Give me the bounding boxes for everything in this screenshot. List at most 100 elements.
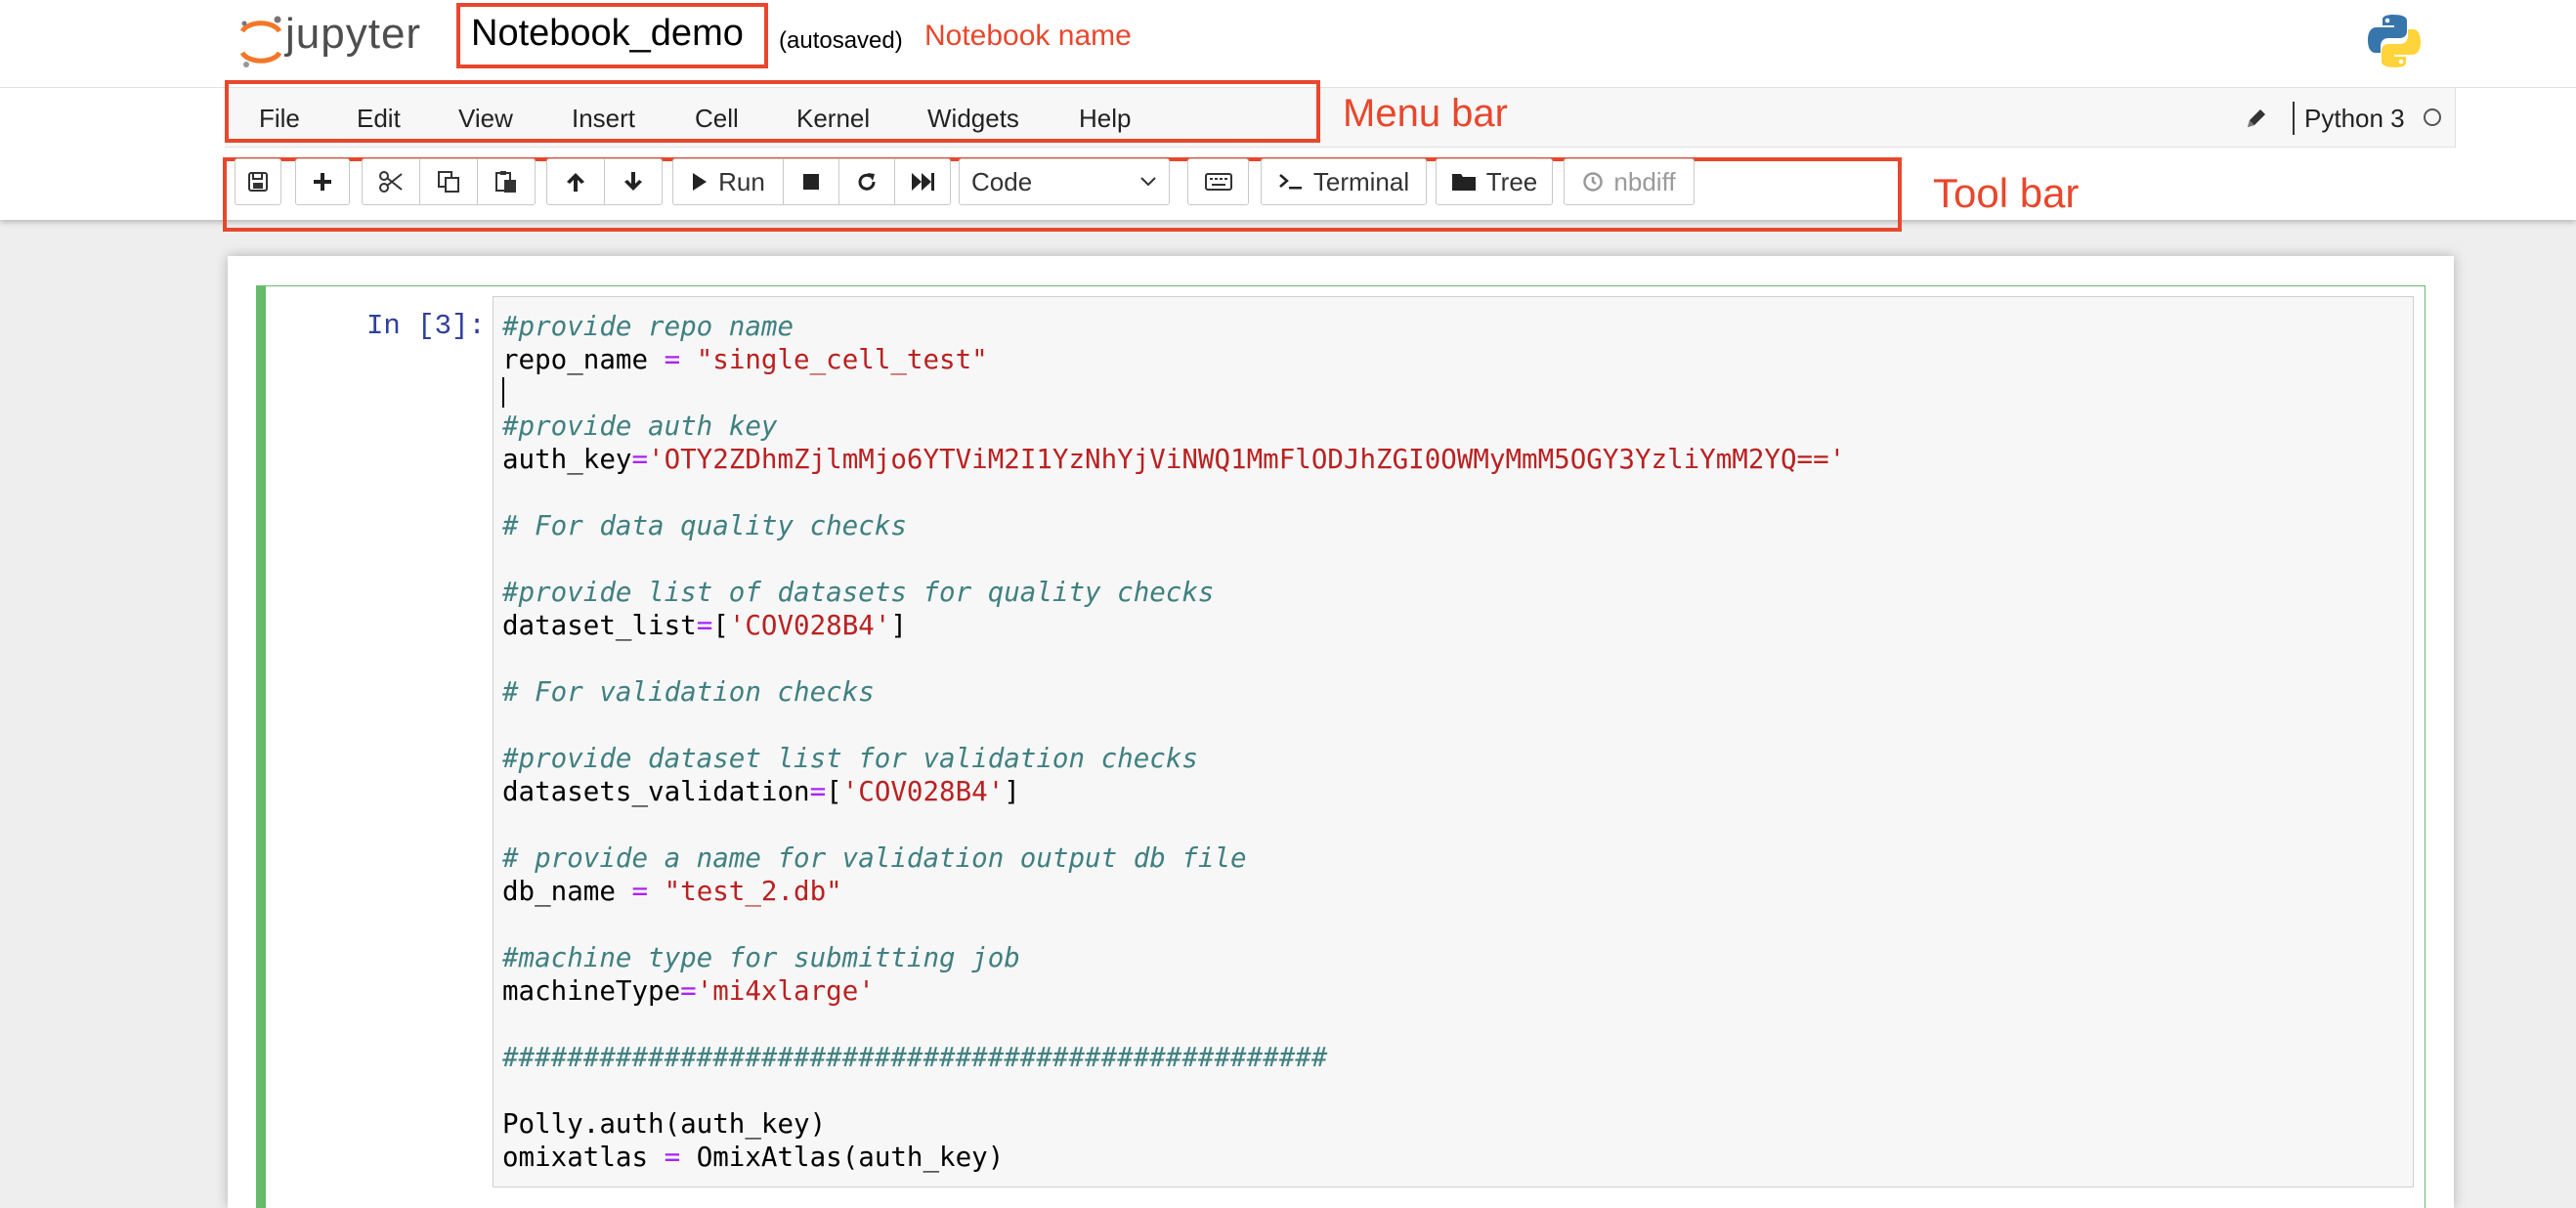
code-line[interactable]: # For validation checks (502, 675, 1845, 709)
code-line[interactable]: machineType='mi4xlarge' (502, 974, 1845, 1008)
copy-icon (438, 171, 459, 193)
save-button[interactable] (235, 158, 281, 205)
code-token-str: 'COV028B4' (841, 776, 1005, 807)
clock-icon (1583, 172, 1604, 192)
menu-file[interactable]: File (259, 104, 300, 134)
code-line[interactable] (502, 808, 1845, 841)
notebook-name-highlight (456, 3, 768, 68)
code-token-comment: #provide dataset list for validation che… (502, 743, 1198, 774)
tree-button[interactable]: Tree (1436, 158, 1553, 205)
menu-kernel[interactable]: Kernel (796, 104, 870, 134)
nbdiff-button[interactable]: nbdiff (1564, 158, 1695, 205)
copy-button[interactable] (419, 158, 478, 205)
kernel-name[interactable]: Python 3 (2304, 104, 2405, 134)
jupyter-logo-text: jupyter (285, 10, 422, 58)
code-line[interactable]: omixatlas = OmixAtlas(auth_key) (502, 1141, 1845, 1174)
code-token-str: "test_2.db" (664, 876, 842, 907)
code-line[interactable] (502, 642, 1845, 675)
code-token-str: 'mi4xlarge' (696, 975, 875, 1007)
chevron-down-icon (1140, 177, 1156, 187)
code-token-op: = (631, 444, 649, 475)
insert-cell-button[interactable] (295, 158, 350, 205)
code-token-op: = (664, 344, 681, 375)
code-line[interactable] (502, 908, 1845, 941)
menu-insert[interactable]: Insert (572, 104, 635, 134)
code-token-plain: dataset_list (502, 610, 697, 641)
menu-cell[interactable]: Cell (695, 104, 739, 134)
code-lines[interactable]: #provide repo name repo_name = "single_ce… (502, 310, 1845, 1174)
code-line[interactable]: #provide dataset list for validation che… (502, 742, 1845, 775)
run-label: Run (718, 166, 765, 196)
code-line[interactable]: repo_name = "single_cell_test" (502, 343, 1845, 376)
arrow-down-icon (624, 172, 642, 191)
code-token-op: = (631, 876, 649, 907)
code-token-str: 'COV028B4' (728, 610, 891, 641)
interrupt-kernel-button[interactable] (783, 158, 839, 205)
code-line[interactable]: #machine type for submitting job (502, 941, 1845, 974)
code-line[interactable]: ########################################… (502, 1041, 1845, 1074)
code-token-plain: Polly.auth(auth_key) (502, 1108, 827, 1140)
code-token-comment: # For data quality checks (502, 510, 907, 541)
paste-button[interactable] (477, 158, 536, 205)
code-token-comment: # provide a name for validation output d… (502, 842, 1247, 874)
stop-icon (803, 174, 819, 190)
code-token-op: = (809, 776, 827, 807)
code-token-comment: #machine type for submitting job (502, 942, 1020, 973)
menu-edit[interactable]: Edit (357, 104, 401, 134)
code-line[interactable]: #provide repo name (502, 310, 1845, 343)
code-line[interactable]: #provide list of datasets for quality ch… (502, 576, 1845, 609)
code-line[interactable] (502, 542, 1845, 576)
code-token-plain: OmixAtlas(auth_key) (680, 1142, 1005, 1173)
code-line[interactable]: # provide a name for validation output d… (502, 841, 1845, 875)
run-button[interactable]: Run (672, 158, 784, 205)
menu-view[interactable]: View (458, 104, 513, 134)
code-token-plain: ] (1004, 776, 1020, 807)
code-line[interactable]: auth_key='OTY2ZDhmZjlmMjo6YTViM2I1YzNhYj… (502, 443, 1845, 476)
code-token-plain: machineType (502, 975, 681, 1007)
code-token-plain: [ (826, 776, 842, 807)
terminal-button[interactable]: Terminal (1261, 158, 1427, 205)
code-line[interactable] (502, 709, 1845, 742)
code-token-comment: #provide auth key (502, 410, 778, 442)
paste-icon (495, 171, 516, 193)
code-line[interactable]: Polly.auth(auth_key) (502, 1107, 1845, 1141)
code-line[interactable] (502, 1074, 1845, 1107)
nbdiff-label: nbdiff (1613, 166, 1676, 196)
code-line[interactable] (502, 1008, 1845, 1041)
move-down-button[interactable] (604, 158, 663, 205)
command-palette-button[interactable] (1187, 158, 1249, 205)
autosave-status: (autosaved) (779, 27, 903, 54)
pencil-icon[interactable] (2244, 106, 2269, 131)
play-icon (693, 173, 708, 191)
kernel-idle-indicator-icon (2424, 108, 2441, 126)
cell-type-select[interactable]: Code (959, 158, 1170, 205)
code-token-plain: omixatlas (502, 1142, 665, 1173)
restart-kernel-button[interactable] (838, 158, 895, 205)
code-token-plain: db_name (502, 876, 632, 907)
code-line[interactable]: db_name = "test_2.db" (502, 875, 1845, 908)
code-token-str: 'OTY2ZDhmZjlmMjo6YTViM2I1YzNhYjViNWQ1MmF… (648, 444, 1846, 475)
folder-icon (1451, 174, 1476, 191)
input-prompt: In [3]: (366, 310, 486, 342)
menu-bar-annotation: Menu bar (1343, 92, 1508, 135)
code-token-plain: ] (890, 610, 907, 641)
code-line[interactable]: dataset_list=['COV028B4'] (502, 609, 1845, 642)
code-line[interactable]: datasets_validation=['COV028B4'] (502, 775, 1845, 808)
code-line[interactable] (502, 476, 1845, 509)
code-line[interactable]: #provide auth key (502, 410, 1845, 443)
terminal-label: Terminal (1312, 166, 1410, 196)
plus-icon (314, 173, 331, 191)
kernel-separator (2293, 102, 2295, 135)
menu-widgets[interactable]: Widgets (927, 104, 1019, 134)
code-line[interactable] (502, 376, 1845, 410)
menu-help[interactable]: Help (1079, 104, 1131, 134)
cut-button[interactable] (362, 158, 420, 205)
restart-run-all-button[interactable] (894, 158, 951, 205)
code-line[interactable]: # For data quality checks (502, 509, 1845, 542)
code-token-plain: auth_key (502, 444, 632, 475)
code-token-op: = (680, 975, 697, 1007)
move-up-button[interactable] (546, 158, 605, 205)
keyboard-icon (1204, 173, 1232, 191)
